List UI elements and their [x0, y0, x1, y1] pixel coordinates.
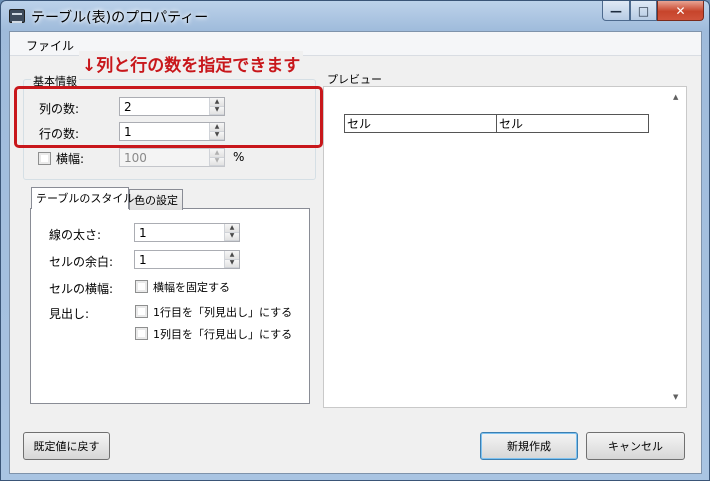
- spin-up-icon[interactable]: ▲: [225, 251, 239, 260]
- cell-padding-label: セルの余白:: [49, 255, 114, 269]
- spin-up-icon[interactable]: ▲: [210, 149, 224, 158]
- width-checkbox[interactable]: [38, 152, 51, 165]
- spin-down-icon[interactable]: ▼: [225, 259, 239, 268]
- create-new-button[interactable]: 新規作成: [480, 432, 578, 460]
- preview-pane: セル セル ▲ ▼: [323, 86, 687, 408]
- maximize-icon: □: [637, 3, 650, 18]
- minimize-button[interactable]: —: [602, 1, 630, 21]
- width-spinner[interactable]: 100 ▲ ▼: [119, 148, 225, 167]
- app-icon: [9, 9, 25, 23]
- fix-width-label[interactable]: 横幅を固定する: [153, 279, 230, 295]
- first-row-header-checkbox[interactable]: [135, 305, 148, 318]
- line-width-value: 1: [139, 226, 147, 240]
- preview-cell: セル: [344, 114, 497, 133]
- line-width-spinner[interactable]: 1 ▲ ▼: [134, 223, 240, 242]
- preview-label: プレビュー: [325, 71, 384, 87]
- width-label: 横幅:: [56, 152, 85, 166]
- cell-width-label: セルの横幅:: [49, 282, 114, 296]
- spin-down-icon[interactable]: ▼: [225, 232, 239, 241]
- spin-down-icon[interactable]: ▼: [210, 157, 224, 166]
- annotation-text: ↓列と行の数を指定できます: [79, 51, 304, 76]
- menu-file[interactable]: ファイル: [26, 37, 74, 54]
- first-row-header-label[interactable]: 1行目を「列見出し」にする: [153, 304, 292, 320]
- spin-up-icon[interactable]: ▲: [225, 224, 239, 233]
- scroll-down-icon[interactable]: ▼: [673, 393, 678, 401]
- close-button[interactable]: ✕: [657, 1, 704, 21]
- tab-table-style[interactable]: テーブルのスタイル: [31, 187, 134, 209]
- close-icon: ✕: [675, 3, 686, 18]
- minimize-icon: —: [610, 3, 622, 18]
- preview-cell: セル: [496, 114, 649, 133]
- annotation-highlight-box: [14, 86, 323, 148]
- scroll-up-icon[interactable]: ▲: [673, 93, 678, 101]
- width-unit: %: [233, 150, 245, 164]
- cell-padding-value: 1: [139, 253, 147, 267]
- first-col-header-label[interactable]: 1列目を「行見出し」にする: [153, 326, 292, 342]
- first-col-header-checkbox[interactable]: [135, 327, 148, 340]
- window-title: テーブル(表)のプロパティー: [31, 10, 209, 26]
- preview-table: セル セル: [344, 114, 649, 133]
- fix-width-checkbox[interactable]: [135, 280, 148, 293]
- cell-padding-spinner[interactable]: 1 ▲ ▼: [134, 250, 240, 269]
- title-bar[interactable]: テーブル(表)のプロパティー — □ ✕: [1, 1, 709, 31]
- cancel-button[interactable]: キャンセル: [586, 432, 685, 460]
- headers-label: 見出し:: [49, 307, 90, 321]
- line-width-label: 線の太さ:: [49, 228, 102, 242]
- reset-defaults-button[interactable]: 既定値に戻す: [23, 432, 110, 460]
- dialog-window: テーブル(表)のプロパティー — □ ✕ ファイル 基本情報 列の数: 2 ▲ …: [0, 0, 710, 481]
- width-value: 100: [124, 151, 147, 165]
- preview-scrollbar[interactable]: ▲ ▼: [670, 87, 686, 407]
- maximize-button[interactable]: □: [630, 1, 657, 21]
- tab-color-settings[interactable]: 色の設定: [129, 189, 183, 210]
